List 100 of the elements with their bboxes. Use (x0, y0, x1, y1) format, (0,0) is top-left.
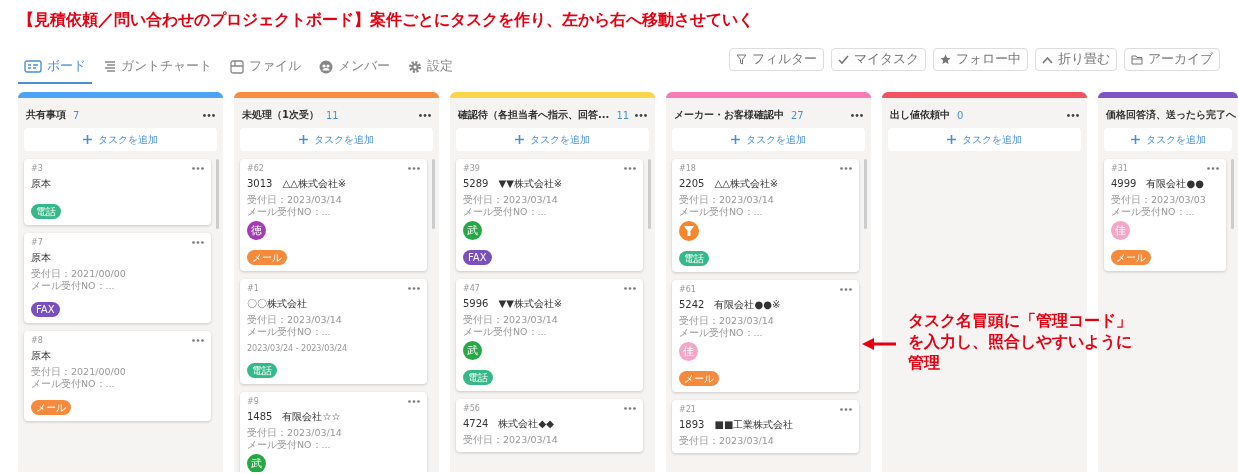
task-detail: 受付日：2023/03/14 (247, 314, 342, 326)
column-title: 共有事項 (26, 108, 66, 122)
task-card[interactable]: #47 5996 ▼▼株式会社※ 受付日：2023/03/14 メール受付NO：... 武 電話 (456, 279, 643, 391)
view-tab[interactable]: ボード (18, 54, 92, 84)
task-detail: 受付日：2023/03/14 (463, 434, 558, 446)
more-icon[interactable] (624, 167, 636, 170)
caret-up-icon (1042, 55, 1053, 64)
more-icon[interactable] (840, 167, 852, 170)
settings-icon (408, 59, 422, 74)
avatar: 武 (463, 221, 482, 240)
more-icon[interactable] (1067, 113, 1079, 117)
task-card[interactable]: #21 1893 ■■工業株式会社 受付日：2023/03/14 (672, 400, 859, 453)
task-card[interactable]: #7 原本 受付日：2021/00/00 メール受付NO：... FAX (24, 233, 211, 323)
task-title: 5289 ▼▼株式会社※ (463, 177, 563, 191)
task-number: #1 (247, 284, 259, 293)
task-number: #56 (463, 404, 480, 413)
more-icon[interactable] (624, 407, 636, 410)
task-detail: 受付日：2021/00/00 (31, 366, 126, 378)
more-icon[interactable] (635, 113, 647, 117)
toolbar-button[interactable]: フィルター (729, 48, 824, 71)
task-detail: メール受付NO：... (679, 206, 763, 218)
folder-icon (1131, 54, 1143, 65)
plus-icon (731, 135, 740, 144)
add-task-button[interactable]: タスクを追加 (1104, 128, 1232, 151)
task-card[interactable]: #1 〇〇株式会社 受付日：2023/03/14 メール受付NO：... 2023/03/24 - 2023/03/24 電話 (240, 279, 427, 384)
add-task-button[interactable]: タスクを追加 (456, 128, 649, 151)
task-detail: メール受付NO：... (31, 378, 115, 390)
task-detail: 受付日：2023/03/14 (679, 435, 774, 447)
more-icon[interactable] (419, 113, 431, 117)
board-icon (24, 60, 42, 73)
view-tab[interactable]: ファイル (224, 54, 307, 84)
column-title: 未処理（1次受） (242, 108, 319, 122)
task-count: 7 (73, 109, 80, 121)
task-card[interactable]: #61 5242 有限会社●●※ 受付日：2023/03/14 メール受付NO：... 佳 メール (672, 280, 859, 392)
task-count: 0 (957, 109, 964, 121)
task-card[interactable]: #31 4999 有限会社●● 受付日：2023/03/03 メール受付NO：... 佳 メール (1104, 159, 1226, 271)
task-period: 2023/03/24 - 2023/03/24 (247, 344, 348, 353)
more-icon[interactable] (408, 287, 420, 290)
scrollbar[interactable] (1231, 159, 1234, 229)
task-number: #39 (463, 164, 480, 173)
more-icon[interactable] (192, 167, 204, 170)
view-tab[interactable]: ガントチャート (98, 54, 218, 84)
task-card[interactable]: #8 原本 受付日：2021/00/00 メール受付NO：... メール (24, 331, 211, 421)
task-detail: 受付日：2023/03/14 (463, 314, 558, 326)
channel-tag: 電話 (679, 251, 709, 266)
task-detail: 受付日：2023/03/14 (679, 315, 774, 327)
column-title: メーカー・お客様確認中 (674, 108, 784, 122)
toolbar-button[interactable]: フォロー中 (933, 48, 1028, 71)
column-title: 価格回答済、送ったら完了へ (1106, 108, 1236, 122)
task-title: 2205 △△株式会社※ (679, 177, 779, 191)
channel-tag: 電話 (31, 204, 61, 219)
add-task-button[interactable]: タスクを追加 (888, 128, 1081, 151)
task-detail: 受付日：2021/00/00 (31, 268, 126, 280)
more-icon[interactable] (840, 408, 852, 411)
add-task-button[interactable]: タスクを追加 (672, 128, 865, 151)
task-title: 原本 (31, 251, 51, 265)
toolbar-button[interactable]: マイタスク (831, 48, 926, 71)
channel-tag: FAX (463, 250, 492, 265)
task-number: #8 (31, 336, 43, 345)
add-task-button[interactable]: タスクを追加 (24, 128, 217, 151)
more-icon[interactable] (408, 167, 420, 170)
task-number: #9 (247, 397, 259, 406)
channel-tag: 電話 (463, 370, 493, 385)
plus-icon (947, 135, 956, 144)
more-icon[interactable] (203, 113, 215, 117)
scrollbar[interactable] (648, 159, 651, 229)
task-title: 1893 ■■工業株式会社 (679, 418, 794, 432)
list-icon (104, 61, 116, 72)
scrollbar[interactable] (432, 159, 435, 229)
task-card[interactable]: #3 原本 電話 (24, 159, 211, 225)
more-icon[interactable] (840, 288, 852, 291)
task-card[interactable]: #56 4724 株式会社◆◆ 受付日：2023/03/14 (456, 399, 643, 452)
task-title: 4724 株式会社◆◆ (463, 417, 554, 431)
scrollbar[interactable] (216, 159, 219, 229)
avatar: 武 (247, 454, 266, 472)
more-icon[interactable] (408, 400, 420, 403)
task-detail: 受付日：2023/03/14 (463, 194, 558, 206)
more-icon[interactable] (851, 113, 863, 117)
toolbar-button[interactable]: 折り畳む (1035, 48, 1117, 71)
scrollbar[interactable] (864, 159, 867, 229)
task-card[interactable]: #39 5289 ▼▼株式会社※ 受付日：2023/03/14 メール受付NO：... 武 FAX (456, 159, 643, 271)
task-card[interactable]: #9 1485 有限会社☆☆ 受付日：2023/03/14 メール受付NO：... 武 (240, 392, 427, 472)
channel-tag: メール (31, 400, 71, 415)
add-task-button[interactable]: タスクを追加 (240, 128, 433, 151)
more-icon[interactable] (624, 287, 636, 290)
task-count: 27 (791, 109, 804, 121)
task-detail: 受付日：2023/03/14 (247, 427, 342, 439)
more-icon[interactable] (1207, 167, 1219, 170)
toolbar-button[interactable]: アーカイブ (1124, 48, 1220, 71)
task-detail: 受付日：2023/03/14 (247, 194, 342, 206)
task-card[interactable]: #18 2205 △△株式会社※ 受付日：2023/03/14 メール受付NO：... 電話 (672, 159, 859, 272)
task-card[interactable]: #62 3013 △△株式会社※ 受付日：2023/03/14 メール受付NO：... 徳 メール (240, 159, 427, 271)
task-number: #31 (1111, 164, 1128, 173)
task-number: #7 (31, 238, 43, 247)
more-icon[interactable] (192, 241, 204, 244)
view-tab[interactable]: メンバー (313, 54, 396, 84)
more-icon[interactable] (192, 339, 204, 342)
task-number: #47 (463, 284, 480, 293)
view-tab[interactable]: 設定 (402, 54, 459, 84)
channel-tag: メール (247, 250, 287, 265)
